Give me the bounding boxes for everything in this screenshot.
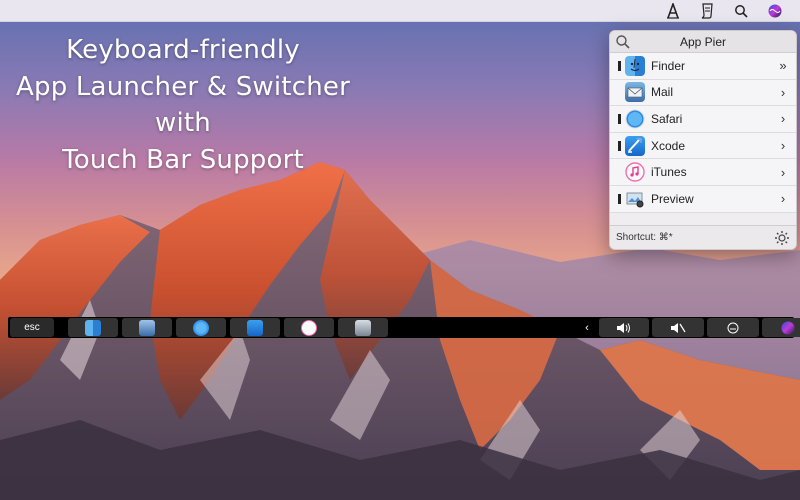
- safari-icon: [625, 109, 645, 129]
- xcode-icon: [247, 319, 263, 336]
- dictation-icon[interactable]: [707, 318, 759, 337]
- touch-bar-app-safari[interactable]: [176, 318, 226, 337]
- running-indicator: [618, 193, 621, 204]
- chevron-right-icon[interactable]: ›: [776, 165, 790, 180]
- script-icon[interactable]: [698, 2, 716, 20]
- menu-bar: [0, 0, 800, 22]
- chevron-right-icon[interactable]: ›: [776, 138, 790, 153]
- app-name: Preview: [651, 191, 694, 206]
- double-chevron-right-icon[interactable]: »: [776, 58, 790, 73]
- finder-icon: [85, 319, 101, 336]
- app-name: Xcode: [651, 138, 686, 153]
- scanner-icon: [355, 319, 371, 336]
- touch-bar-app-scanner[interactable]: [338, 318, 388, 337]
- headline-line-4: Touch Bar Support: [62, 144, 304, 175]
- running-indicator: [618, 167, 621, 177]
- preview-icon: [625, 189, 645, 209]
- siri-icon[interactable]: [762, 318, 800, 337]
- touch-bar-app-preview[interactable]: [122, 318, 172, 337]
- app-row-preview[interactable]: Preview ›: [610, 186, 796, 213]
- volume-icon[interactable]: [599, 318, 649, 337]
- app-pier-panel: App Pier Finder » Mail › Safari › Xcode …: [609, 30, 797, 250]
- app-list: Finder » Mail › Safari › Xcode › iTunes …: [610, 53, 796, 213]
- touch-bar-apps: [68, 318, 388, 337]
- headline-line-2: App Launcher & Switcher: [16, 71, 350, 102]
- app-name: Finder: [651, 58, 686, 73]
- panel-footer: Shortcut: ⌘*: [610, 225, 796, 249]
- promo-headline: Keyboard-friendly App Launcher & Switche…: [0, 32, 366, 178]
- app-row-safari[interactable]: Safari ›: [610, 106, 796, 133]
- app-pier-icon[interactable]: [664, 2, 682, 20]
- itunes-icon: [301, 319, 317, 336]
- app-row-mail[interactable]: Mail ›: [610, 80, 796, 107]
- headline-line-3: with: [155, 108, 211, 138]
- finder-icon: [625, 55, 645, 76]
- touch-bar: esc ‹: [8, 317, 800, 338]
- app-row-itunes[interactable]: iTunes ›: [610, 159, 796, 186]
- gear-icon[interactable]: [774, 230, 790, 246]
- chevron-right-icon[interactable]: ›: [776, 85, 790, 100]
- headline-line-1: Keyboard-friendly: [66, 35, 300, 65]
- chevron-right-icon[interactable]: ›: [776, 191, 790, 206]
- app-row-finder[interactable]: Finder »: [610, 53, 796, 80]
- panel-header: App Pier: [610, 31, 796, 53]
- xcode-icon: [625, 135, 645, 156]
- app-name: Safari: [651, 111, 683, 126]
- esc-key[interactable]: esc: [10, 318, 54, 337]
- panel-title: App Pier: [679, 34, 727, 49]
- siri-icon[interactable]: [766, 2, 784, 20]
- running-indicator: [618, 113, 621, 124]
- collapse-chevron-icon[interactable]: ‹: [578, 318, 596, 337]
- preview-icon: [139, 319, 155, 336]
- search-icon[interactable]: [732, 2, 750, 20]
- app-name: iTunes: [651, 165, 687, 180]
- shortcut-label: Shortcut: ⌘*: [616, 232, 673, 243]
- running-indicator: [618, 140, 621, 151]
- mail-icon: [625, 82, 645, 103]
- running-indicator: [618, 60, 621, 71]
- app-name: Mail: [651, 85, 674, 100]
- running-indicator: [618, 87, 621, 97]
- mute-icon[interactable]: [652, 318, 704, 337]
- chevron-right-icon[interactable]: ›: [776, 111, 790, 126]
- touch-bar-app-itunes[interactable]: [284, 318, 334, 337]
- app-row-xcode[interactable]: Xcode ›: [610, 133, 796, 160]
- itunes-icon: [625, 162, 645, 182]
- touch-bar-controls: ‹: [578, 318, 800, 337]
- safari-icon: [193, 319, 209, 336]
- search-icon[interactable]: [615, 34, 631, 50]
- touch-bar-app-finder[interactable]: [68, 318, 118, 337]
- touch-bar-app-xcode[interactable]: [230, 318, 280, 337]
